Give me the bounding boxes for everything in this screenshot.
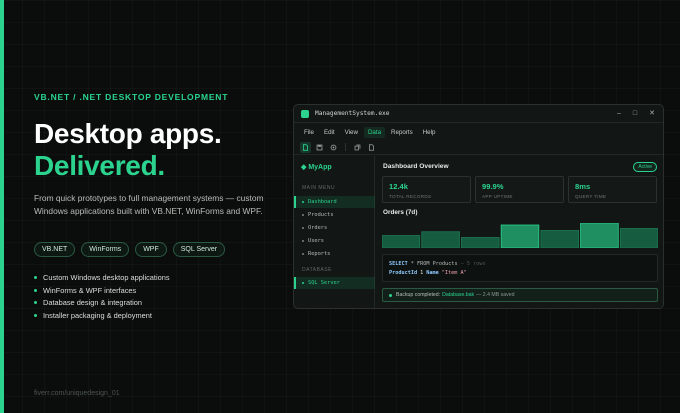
sidebar: ◆ MyApp MAIN MENU Dashboard Products Ord… bbox=[294, 156, 375, 308]
menu-reports[interactable]: Reports bbox=[387, 127, 417, 138]
app-logo-icon bbox=[301, 109, 309, 118]
window-controls: – □ ✕ bbox=[617, 105, 655, 123]
bullet-icon bbox=[34, 301, 37, 305]
section-database: DATABASE bbox=[302, 267, 332, 273]
orders-bar bbox=[500, 224, 540, 248]
bullet-icon bbox=[302, 253, 304, 255]
query-line: SELECT * FROM Products — 5 rows bbox=[389, 260, 486, 267]
bullet-icon bbox=[34, 313, 37, 317]
stat-value: 99.9% bbox=[482, 182, 504, 191]
backup-file-name: Database.bak bbox=[442, 292, 475, 298]
footer-url: fiverr.com/uniquedesign_01 bbox=[34, 390, 120, 397]
copy-icon[interactable] bbox=[352, 142, 363, 153]
stat-label: QUERY TIME bbox=[575, 194, 607, 199]
bullet-icon bbox=[302, 201, 304, 203]
print-icon[interactable] bbox=[328, 142, 339, 153]
orders-bar bbox=[461, 237, 500, 248]
dashboard-title: Dashboard Overview bbox=[383, 163, 449, 170]
menu-bar: File Edit View Data Reports Help bbox=[294, 124, 663, 140]
sidebar-item-orders[interactable]: Orders bbox=[294, 222, 375, 234]
tag-wpf: WPF bbox=[135, 242, 167, 257]
sidebar-item-users[interactable]: Users bbox=[294, 235, 375, 247]
bullet-icon bbox=[34, 275, 37, 279]
orders-bar bbox=[580, 223, 619, 248]
tag-vbnet: VB.NET bbox=[34, 242, 76, 257]
sidebar-item-products[interactable]: Products bbox=[294, 209, 375, 221]
feature-item: Custom Windows desktop applications bbox=[34, 271, 170, 284]
close-button[interactable]: ✕ bbox=[649, 110, 655, 118]
orders-bar-chart bbox=[382, 223, 658, 248]
stat-value: 8ms bbox=[575, 182, 591, 191]
menu-file[interactable]: File bbox=[300, 127, 318, 138]
feature-item: Database design & integration bbox=[34, 296, 170, 309]
minimize-button[interactable]: – bbox=[617, 110, 621, 118]
maximize-button[interactable]: □ bbox=[633, 110, 637, 118]
toolbar-divider bbox=[345, 143, 346, 151]
feature-item: WinForms & WPF interfaces bbox=[34, 284, 170, 297]
bullet-icon bbox=[34, 288, 37, 292]
stat-card: 99.9% APP UPTIME bbox=[475, 176, 564, 203]
orders-chart-title: Orders (7d) bbox=[383, 209, 418, 216]
orders-bar bbox=[382, 235, 421, 248]
tag-sql-server: SQL Server bbox=[172, 242, 226, 257]
stat-value: 12.4k bbox=[389, 182, 409, 191]
headline-line-1: Desktop apps. bbox=[34, 118, 222, 149]
feature-item: Installer packaging & deployment bbox=[34, 309, 170, 322]
stat-card: 12.4k TOTAL RECORDS bbox=[382, 176, 471, 203]
new-file-icon[interactable] bbox=[300, 141, 311, 153]
bullet-icon bbox=[302, 240, 304, 242]
orders-bar bbox=[619, 228, 658, 248]
accent-bar bbox=[0, 0, 4, 413]
paste-icon[interactable] bbox=[366, 142, 377, 153]
tech-tags: VB.NET WinForms WPF SQL Server bbox=[34, 242, 226, 257]
headline-line-2: Delivered. bbox=[34, 150, 165, 181]
eyebrow: VB.NET / .NET DESKTOP DEVELOPMENT bbox=[34, 92, 229, 102]
stat-label: TOTAL RECORDS bbox=[389, 194, 432, 199]
description: From quick prototypes to full management… bbox=[34, 193, 264, 216]
title-bar[interactable]: ManagementSystem.exe – □ ✕ bbox=[294, 105, 663, 123]
status-dot-icon bbox=[389, 293, 392, 297]
feature-list: Custom Windows desktop applications WinF… bbox=[34, 271, 170, 322]
orders-bar bbox=[421, 231, 460, 248]
menu-edit[interactable]: Edit bbox=[320, 127, 339, 138]
save-icon[interactable] bbox=[314, 142, 325, 153]
toolbar bbox=[294, 140, 663, 155]
sidebar-brand: ◆ MyApp bbox=[301, 164, 332, 171]
hero-section: VB.NET / .NET DESKTOP DEVELOPMENT Deskto… bbox=[34, 0, 284, 413]
bullet-icon bbox=[302, 282, 304, 284]
section-main-menu: MAIN MENU bbox=[302, 185, 336, 191]
menu-data[interactable]: Data bbox=[363, 126, 386, 138]
backup-status-bar: Backup completed: Database.bak — 2.4 MB … bbox=[382, 288, 658, 302]
sql-query-preview: SELECT * FROM Products — 5 rows ProductI… bbox=[382, 254, 658, 282]
bullet-icon bbox=[302, 227, 304, 229]
window-title: ManagementSystem.exe bbox=[315, 110, 390, 117]
orders-bar bbox=[540, 230, 579, 248]
tag-winforms: WinForms bbox=[81, 242, 130, 257]
sidebar-item-reports[interactable]: Reports bbox=[294, 248, 375, 260]
status-badge: Active bbox=[633, 162, 657, 172]
dashboard-panel: Dashboard Overview Active 12.4k TOTAL RE… bbox=[376, 156, 663, 308]
sidebar-item-dashboard[interactable]: Dashboard bbox=[294, 196, 375, 208]
stat-label: APP UPTIME bbox=[482, 194, 513, 199]
sidebar-item-sql-server[interactable]: SQL Server bbox=[294, 277, 375, 289]
bullet-icon bbox=[302, 214, 304, 216]
menu-view[interactable]: View bbox=[341, 127, 362, 138]
stat-card: 8ms QUERY TIME bbox=[568, 176, 657, 203]
app-window: ManagementSystem.exe – □ ✕ File Edit Vie… bbox=[293, 104, 664, 309]
menu-help[interactable]: Help bbox=[419, 127, 440, 138]
result-line: ProductId 1 Name "Item A" bbox=[389, 269, 467, 276]
